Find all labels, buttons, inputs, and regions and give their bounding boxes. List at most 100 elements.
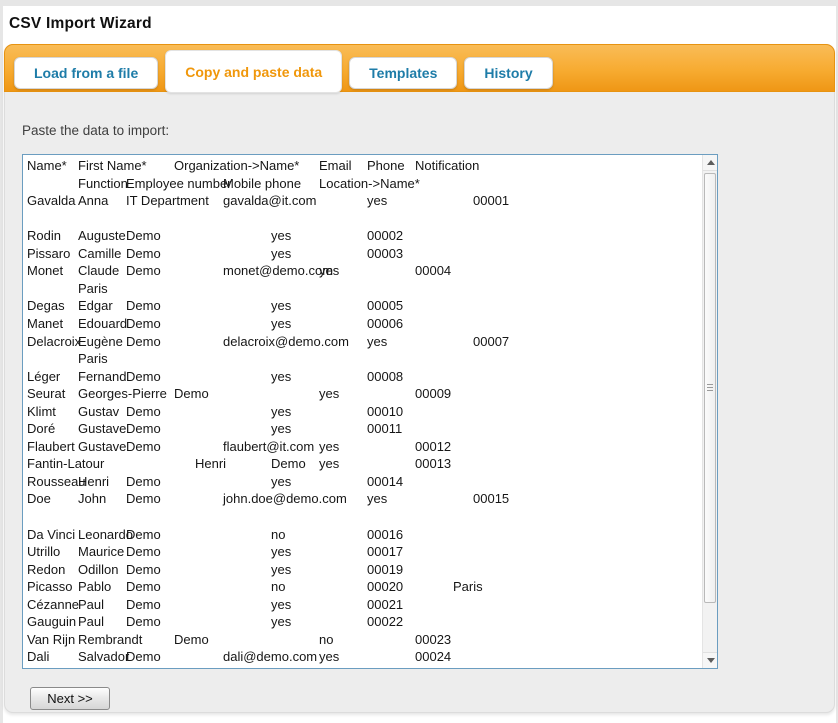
csv-cell: Demo: [126, 334, 161, 349]
triangle-down-icon: [707, 658, 715, 663]
csv-cell: yes: [271, 421, 291, 436]
csv-cell: Cézanne: [27, 597, 79, 612]
csv-cell: Doré: [27, 421, 55, 436]
tab-history[interactable]: History: [464, 57, 552, 89]
csv-line: MonetClaudeDemomonet@demo.comyes00004: [23, 263, 702, 280]
csv-cell: Demo: [126, 649, 161, 664]
csv-cell: Demo: [126, 369, 161, 384]
pasted-csv-content: Name*First Name*Organization->Name*Email…: [23, 155, 702, 668]
csv-cell: IT Department: [126, 193, 209, 208]
csv-cell: yes: [271, 246, 291, 261]
csv-cell: 00005: [367, 298, 403, 313]
csv-cell: Seurat: [27, 386, 65, 401]
csv-cell: Notification: [415, 158, 479, 173]
csv-cell: Gavalda: [27, 193, 75, 208]
triangle-up-icon: [707, 160, 715, 165]
csv-cell: Function: [78, 176, 128, 191]
csv-cell: Paul: [78, 614, 104, 629]
csv-cell: Mobile phone: [223, 176, 301, 191]
csv-cell: Monet: [27, 263, 63, 278]
csv-line: PicassoPabloDemono00020Paris: [23, 579, 702, 596]
csv-cell: 00012: [415, 439, 451, 454]
csv-cell: Klimt: [27, 404, 56, 419]
csv-line: KlimtGustavDemoyes00010: [23, 404, 702, 421]
csv-cell: Demo: [271, 456, 306, 471]
csv-cell: Employee number: [126, 176, 232, 191]
csv-cell: 00019: [367, 562, 403, 577]
csv-cell: Gustav: [78, 404, 119, 419]
next-button[interactable]: Next >>: [30, 687, 110, 710]
csv-cell: yes: [271, 404, 291, 419]
csv-cell: Redon: [27, 562, 65, 577]
csv-line: FunctionEmployee numberMobile phone Locat…: [23, 176, 702, 193]
csv-cell: yes: [271, 597, 291, 612]
csv-cell: Demo: [126, 597, 161, 612]
csv-cell: First Name*: [78, 158, 147, 173]
scroll-down-button[interactable]: [703, 652, 718, 668]
csv-cell: 00023: [415, 632, 451, 647]
textarea-scrollbar[interactable]: [702, 155, 717, 668]
csv-cell: Demo: [126, 474, 161, 489]
wizard-panel: Load from a file Copy and paste data Templ…: [4, 44, 835, 713]
csv-cell: Organization->Name*: [174, 158, 299, 173]
csv-cell: 00022: [367, 614, 403, 629]
csv-line: Paris: [23, 281, 702, 298]
csv-cell: yes: [271, 544, 291, 559]
csv-cell: Paris: [453, 579, 483, 594]
csv-cell: John: [78, 491, 106, 506]
csv-line: Da VinciLeonardoDemono00016: [23, 527, 702, 544]
csv-cell: Anna: [78, 193, 108, 208]
csv-cell: Location->Name*: [319, 176, 420, 191]
csv-line: DoeJohnDemojohn.doe@demo.comyes00015: [23, 491, 702, 508]
csv-cell: Demo: [126, 246, 161, 261]
csv-line: Casablanca: [23, 667, 702, 668]
csv-cell: Degas: [27, 298, 65, 313]
tab-label: Copy and paste data: [185, 64, 322, 80]
csv-cell: Eugène: [78, 334, 123, 349]
tab-load-from-file[interactable]: Load from a file: [14, 57, 158, 89]
scroll-up-button[interactable]: [703, 155, 718, 171]
csv-cell: Picasso: [27, 579, 73, 594]
csv-line: GavaldaAnnaIT Departmentgavalda@it.comye…: [23, 193, 702, 210]
csv-cell: Demo: [126, 263, 161, 278]
csv-cell: Fantin-Latour: [27, 456, 104, 471]
csv-cell: Demo: [126, 228, 161, 243]
csv-line: Van RijnRembrandtDemono00023: [23, 632, 702, 649]
csv-line: [23, 509, 702, 526]
paste-data-textarea[interactable]: Name*First Name*Organization->Name*Email…: [22, 154, 718, 669]
csv-cell: 00002: [367, 228, 403, 243]
csv-cell: Gauguin: [27, 614, 76, 629]
tab-label: Templates: [369, 65, 437, 81]
csv-cell: Delacroix: [27, 334, 81, 349]
csv-line: DoréGustaveDemoyes00011: [23, 421, 702, 438]
csv-cell: Demo: [126, 421, 161, 436]
csv-cell: 00011: [367, 421, 402, 436]
csv-cell: Demo: [126, 404, 161, 419]
csv-cell: yes: [319, 439, 339, 454]
csv-cell: Flaubert: [27, 439, 75, 454]
csv-cell: Casablanca: [78, 667, 147, 668]
csv-cell: yes: [367, 334, 387, 349]
csv-cell: 00001: [473, 193, 509, 208]
csv-cell: john.doe@demo.com: [223, 491, 347, 506]
csv-cell: Demo: [126, 298, 161, 313]
csv-cell: Pissaro: [27, 246, 70, 261]
csv-cell: no: [271, 527, 285, 542]
csv-cell: yes: [271, 369, 291, 384]
csv-cell: Camille: [78, 246, 121, 261]
csv-cell: yes: [271, 228, 291, 243]
csv-cell: 00017: [367, 544, 403, 559]
csv-cell: Rodin: [27, 228, 61, 243]
csv-cell: Salvador: [78, 649, 129, 664]
csv-cell: yes: [319, 386, 339, 401]
csv-cell: Claude: [78, 263, 119, 278]
tab-templates[interactable]: Templates: [349, 57, 457, 89]
csv-line: DegasEdgarDemoyes00005: [23, 298, 702, 315]
csv-cell: gavalda@it.com: [223, 193, 316, 208]
paste-data-label: Paste the data to import:: [22, 123, 169, 138]
tab-copy-and-paste-data[interactable]: Copy and paste data: [165, 50, 342, 93]
scrollbar-thumb[interactable]: [704, 173, 716, 603]
page-top-margin: [0, 0, 838, 6]
page-left-margin: [0, 0, 3, 723]
csv-line: UtrilloMauriceDemoyes00017: [23, 544, 702, 561]
